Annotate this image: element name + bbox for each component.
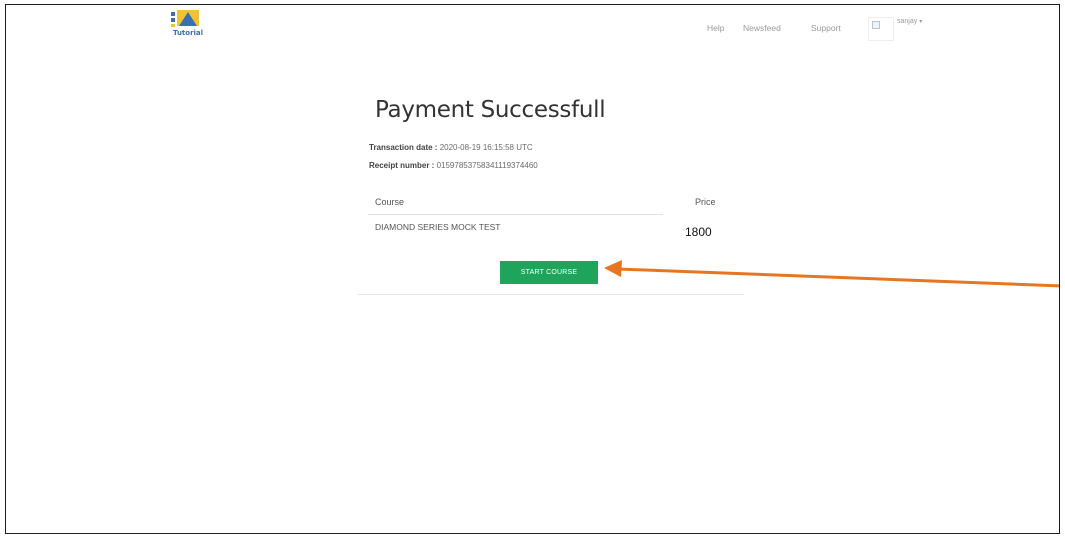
nav-newsfeed-link[interactable]: Newsfeed [743, 23, 781, 33]
table-row-course: DIAMOND SERIES MOCK TEST [375, 222, 501, 232]
start-course-button[interactable]: START COURSE [500, 261, 598, 284]
transaction-date-value: 2020-08-19 16:15:58 UTC [437, 143, 533, 152]
nav-help-link[interactable]: Help [707, 23, 724, 33]
table-row-price: 1800 [685, 225, 712, 239]
logo-text: Tutorial [172, 29, 204, 37]
payment-card: Payment Successfull Transaction date : 2… [358, 75, 744, 295]
column-header-course: Course [375, 197, 405, 207]
receipt-number-label: Receipt number : [369, 161, 435, 170]
table-header-divider [368, 214, 663, 215]
transaction-date: Transaction date : 2020-08-19 16:15:58 U… [369, 143, 533, 152]
avatar[interactable] [868, 17, 894, 41]
page-title: Payment Successfull [375, 97, 606, 123]
screenshot-frame: Tutorial Help Newsfeed Support sanjay ▾ … [5, 4, 1060, 534]
transaction-date-label: Transaction date : [369, 143, 438, 152]
logo-graphic [171, 10, 199, 27]
nav-support-link[interactable]: Support [811, 23, 841, 33]
user-menu[interactable]: sanjay ▾ [897, 18, 922, 25]
column-header-price: Price [695, 197, 716, 207]
receipt-number-value: 01597853758341119374460 [434, 161, 538, 170]
tutorial-logo-icon[interactable]: Tutorial [169, 8, 207, 40]
receipt-number: Receipt number : 01597853758341119374460 [369, 161, 538, 170]
user-name: sanjay [897, 18, 918, 25]
chevron-down-icon: ▾ [919, 19, 923, 25]
broken-image-icon [872, 21, 880, 29]
